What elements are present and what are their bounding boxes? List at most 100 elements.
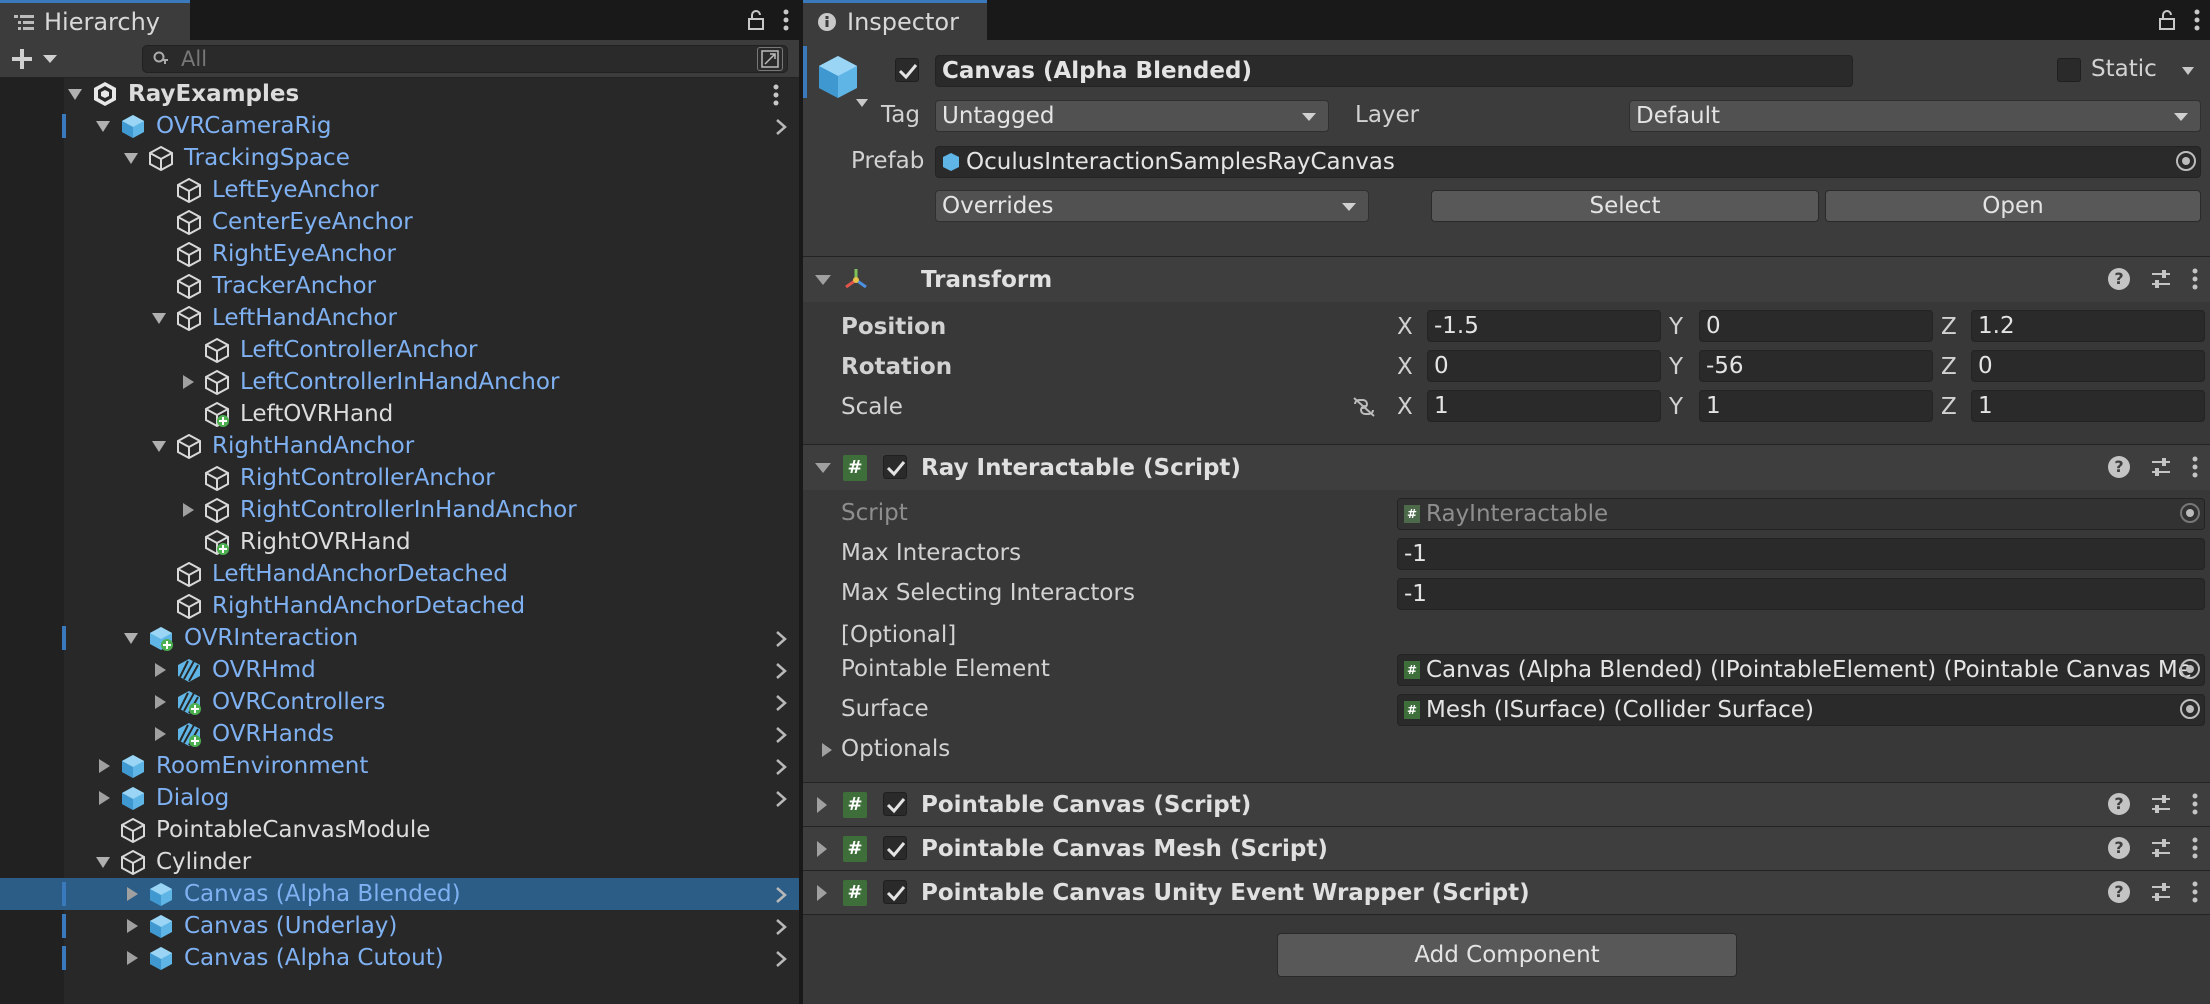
collapsed-arrow-icon[interactable] — [126, 919, 140, 933]
help-icon[interactable]: ? — [2108, 880, 2130, 903]
collapsed-arrow-icon[interactable] — [98, 791, 112, 805]
hierarchy-item[interactable]: RightHandAnchor — [0, 430, 799, 462]
hierarchy-item[interactable]: OVRInteraction — [0, 622, 799, 654]
kebab-menu-icon[interactable] — [783, 9, 789, 31]
presets-icon[interactable] — [2150, 794, 2172, 814]
help-icon[interactable]: ? — [2108, 836, 2130, 859]
expanded-arrow-icon[interactable] — [815, 462, 831, 473]
expanded-arrow-icon[interactable] — [815, 274, 831, 285]
expanded-arrow-icon[interactable] — [124, 151, 138, 165]
hierarchy-item[interactable]: OVRControllers — [0, 686, 799, 718]
pos-y-label[interactable]: Y — [1669, 314, 1683, 340]
layer-dropdown[interactable]: Default — [1629, 100, 2201, 132]
hierarchy-item[interactable]: RoomEnvironment — [0, 750, 799, 782]
presets-icon[interactable] — [2150, 269, 2172, 289]
hierarchy-item[interactable]: LeftOVRHand — [0, 398, 799, 430]
collapsed-arrow-icon[interactable] — [98, 759, 112, 773]
max-selecting-input[interactable]: -1 — [1397, 578, 2205, 610]
chevron-right-icon[interactable] — [775, 662, 787, 680]
hierarchy-item[interactable]: TrackerAnchor — [0, 270, 799, 302]
ray-interactable-enabled-checkbox[interactable] — [883, 455, 907, 479]
hierarchy-item[interactable]: LeftControllerInHandAnchor — [0, 366, 799, 398]
optionals-foldout[interactable]: Optionals — [841, 736, 950, 762]
scene-kebab-icon[interactable] — [773, 84, 779, 106]
open-prefab-button[interactable]: Open — [1825, 190, 2201, 222]
collapsed-arrow-icon[interactable] — [817, 796, 827, 813]
collapsed-arrow-icon[interactable] — [154, 663, 168, 677]
expanded-arrow-icon[interactable] — [124, 631, 138, 645]
hierarchy-item[interactable]: Canvas (Alpha Blended) — [0, 878, 799, 910]
component-header[interactable]: # Pointable Canvas Mesh (Script)? — [803, 826, 2210, 870]
hierarchy-item[interactable]: LeftHandAnchorDetached — [0, 558, 799, 590]
create-dropdown-button[interactable] — [10, 44, 64, 74]
hierarchy-item[interactable]: Canvas (Underlay) — [0, 910, 799, 942]
collapsed-arrow-icon[interactable] — [821, 742, 833, 758]
tab-inspector[interactable]: Inspector — [803, 0, 987, 40]
collapsed-arrow-icon[interactable] — [817, 884, 827, 901]
collapsed-arrow-icon[interactable] — [126, 887, 140, 901]
hierarchy-item[interactable]: Dialog — [0, 782, 799, 814]
hierarchy-root-row[interactable]: RayExamples — [0, 78, 799, 110]
component-header[interactable]: # Pointable Canvas (Script)? — [803, 782, 2210, 826]
rot-z-label[interactable]: Z — [1941, 354, 1957, 380]
collapsed-arrow-icon[interactable] — [182, 503, 196, 517]
scale-x-input[interactable]: 1 — [1427, 390, 1661, 422]
component-kebab-icon[interactable] — [2192, 793, 2198, 815]
expanded-arrow-icon[interactable] — [68, 87, 82, 101]
collapsed-arrow-icon[interactable] — [154, 695, 168, 709]
component-enabled-checkbox[interactable] — [883, 880, 907, 904]
component-kebab-icon[interactable] — [2192, 456, 2198, 478]
chevron-right-icon[interactable] — [775, 630, 787, 648]
surface-field[interactable]: # Mesh (ISurface) (Collider Surface) — [1397, 694, 2205, 726]
position-y-input[interactable]: 0 — [1699, 310, 1933, 342]
constrain-proportions-icon[interactable] — [1351, 396, 1377, 418]
hierarchy-item[interactable]: RightEyeAnchor — [0, 238, 799, 270]
search-expand-button[interactable] — [757, 47, 783, 71]
object-picker-icon[interactable] — [2176, 151, 2196, 171]
object-picker-icon[interactable] — [2180, 699, 2200, 719]
pos-z-label[interactable]: Z — [1941, 314, 1957, 340]
chevron-right-icon[interactable] — [775, 918, 787, 936]
static-caret-icon[interactable] — [2181, 66, 2195, 76]
icon-dropdown-caret[interactable] — [855, 98, 869, 108]
presets-icon[interactable] — [2150, 882, 2172, 902]
chevron-right-icon[interactable] — [775, 758, 787, 776]
chevron-right-icon[interactable] — [775, 886, 787, 904]
position-x-input[interactable]: -1.5 — [1427, 310, 1661, 342]
help-icon[interactable]: ? — [2108, 455, 2130, 478]
scale-z-label[interactable]: Z — [1941, 394, 1957, 420]
hierarchy-item[interactable]: OVRCameraRig — [0, 110, 799, 142]
hierarchy-item[interactable]: LeftHandAnchor — [0, 302, 799, 334]
scale-y-input[interactable]: 1 — [1699, 390, 1933, 422]
hierarchy-item[interactable]: RightHandAnchorDetached — [0, 590, 799, 622]
rotation-z-input[interactable]: 0 — [1971, 350, 2205, 382]
component-enabled-checkbox[interactable] — [883, 836, 907, 860]
position-z-input[interactable]: 1.2 — [1971, 310, 2205, 342]
active-checkbox[interactable] — [895, 58, 919, 82]
chevron-right-icon[interactable] — [775, 950, 787, 968]
hierarchy-search-input[interactable]: All — [142, 45, 788, 73]
rot-x-label[interactable]: X — [1397, 354, 1413, 380]
max-interactors-input[interactable]: -1 — [1397, 538, 2205, 570]
rot-y-label[interactable]: Y — [1669, 354, 1683, 380]
chevron-right-icon[interactable] — [775, 694, 787, 712]
transform-header[interactable]: Transform ? — [803, 256, 2210, 302]
rotation-x-input[interactable]: 0 — [1427, 350, 1661, 382]
select-prefab-button[interactable]: Select — [1431, 190, 1819, 222]
tab-hierarchy[interactable]: Hierarchy — [0, 0, 190, 40]
hierarchy-item[interactable]: CenterEyeAnchor — [0, 206, 799, 238]
component-kebab-icon[interactable] — [2192, 881, 2198, 903]
help-icon[interactable]: ? — [2108, 267, 2130, 290]
collapsed-arrow-icon[interactable] — [126, 951, 140, 965]
help-icon[interactable]: ? — [2108, 792, 2130, 815]
scale-z-input[interactable]: 1 — [1971, 390, 2205, 422]
scale-x-label[interactable]: X — [1397, 394, 1413, 420]
tag-dropdown[interactable]: Untagged — [935, 100, 1329, 132]
collapsed-arrow-icon[interactable] — [817, 840, 827, 857]
chevron-right-icon[interactable] — [775, 726, 787, 744]
pos-x-label[interactable]: X — [1397, 314, 1413, 340]
pointable-element-field[interactable]: # Canvas (Alpha Blended) (IPointableElem… — [1397, 654, 2205, 686]
collapsed-arrow-icon[interactable] — [182, 375, 196, 389]
collapsed-arrow-icon[interactable] — [154, 727, 168, 741]
object-picker-icon[interactable] — [2180, 659, 2200, 679]
